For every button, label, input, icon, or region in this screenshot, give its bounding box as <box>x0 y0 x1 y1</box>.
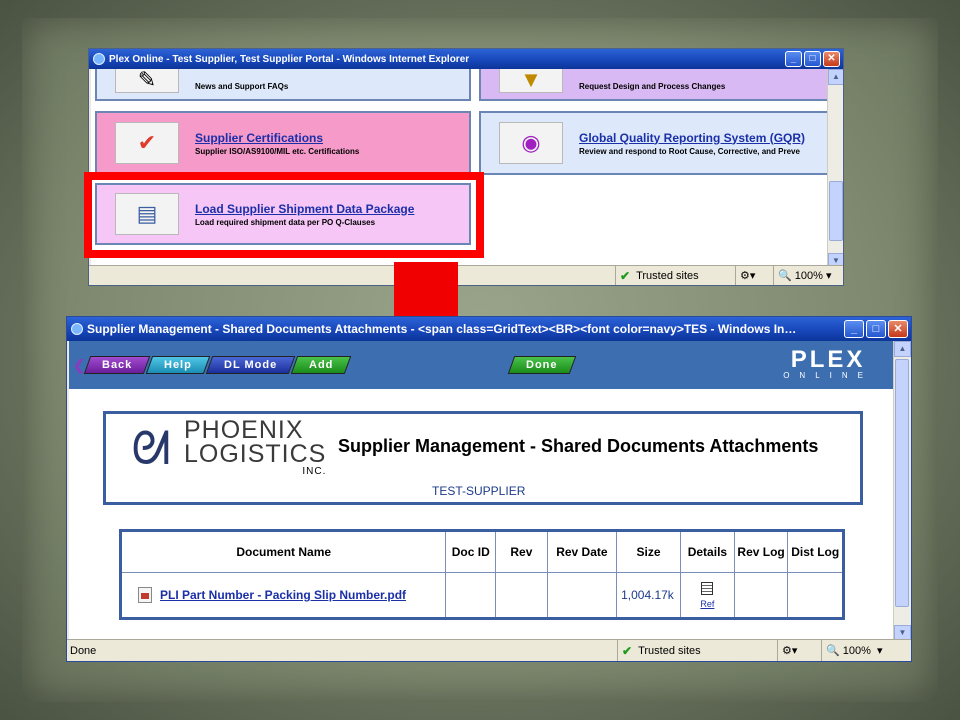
documents-table: Document Name Doc ID Rev Rev Date Size D… <box>119 529 845 620</box>
pdf-icon <box>138 587 152 603</box>
highlight-box <box>84 172 484 258</box>
table-row: PLI Part Number - Packing Slip Number.pd… <box>119 572 844 619</box>
document-icon: ✎ <box>115 69 179 93</box>
tile-design-changes[interactable]: ▼ Request Design and Process Changes <box>479 69 827 101</box>
check-icon: ✔ <box>622 643 633 658</box>
ie-icon <box>71 323 83 335</box>
status-text: Done <box>70 644 97 657</box>
plex-logo-subtext: ONLINE <box>783 371 873 380</box>
back-arrow-icon: ❮ <box>73 356 85 373</box>
tile-title[interactable]: Global Quality Reporting System (GQR) <box>579 131 805 145</box>
maximize-button[interactable]: □ <box>866 320 886 338</box>
company-name-line2: LOGISTICS <box>184 440 327 468</box>
browser-window-documents: Supplier Management - Shared Documents A… <box>66 316 912 662</box>
protected-mode-icon[interactable]: ⚙▾ <box>735 266 773 285</box>
scroll-thumb[interactable] <box>829 181 843 241</box>
vertical-scrollbar[interactable]: ▲ ▼ <box>827 69 843 269</box>
dist-log-cell <box>787 572 844 619</box>
zoom-label: 100% <box>794 269 823 282</box>
col-rev[interactable]: Rev <box>495 530 548 573</box>
done-button[interactable]: Done <box>507 356 576 374</box>
tile-supplier-certifications[interactable]: ✔ Supplier Certifications Supplier ISO/A… <box>95 111 471 175</box>
zoom-control[interactable]: 🔍 100% ▾ <box>821 640 911 661</box>
details-icon[interactable] <box>701 581 714 595</box>
col-document-name[interactable]: Document Name <box>119 530 447 573</box>
protected-mode-icon[interactable]: ⚙▾ <box>777 640 821 661</box>
rev-cell <box>495 572 548 619</box>
ie-icon <box>93 53 105 65</box>
rev-date-cell <box>546 572 618 619</box>
supplier-name: TEST-SUPPLIER <box>432 484 526 498</box>
dl-mode-button[interactable]: DL Mode <box>205 356 296 374</box>
help-button[interactable]: Help <box>145 356 211 374</box>
col-rev-log[interactable]: Rev Log <box>733 530 789 573</box>
tile-subtitle: News and Support FAQs <box>195 81 289 91</box>
pin-icon: ▼ <box>499 69 563 93</box>
maximize-button[interactable]: □ <box>804 51 821 67</box>
back-label: Back <box>101 359 133 371</box>
minimize-button[interactable]: _ <box>844 320 864 338</box>
zone-label: Trusted sites <box>638 644 701 657</box>
document-name-cell: PLI Part Number - Packing Slip Number.pd… <box>119 572 447 619</box>
globe-icon: ◉ <box>499 122 563 164</box>
scroll-thumb[interactable] <box>895 359 909 607</box>
company-name-line1: PHOENIX <box>184 416 304 444</box>
window-title: Plex Online - Test Supplier, Test Suppli… <box>109 53 470 65</box>
col-doc-id[interactable]: Doc ID <box>445 530 497 573</box>
page-title: Supplier Management - Shared Documents A… <box>338 436 819 456</box>
table-header-row: Document Name Doc ID Rev Rev Date Size D… <box>119 530 844 573</box>
tile-subtitle: Review and respond to Root Cause, Correc… <box>579 146 800 156</box>
tile-subtitle: Request Design and Process Changes <box>579 81 726 91</box>
company-logo: ᘛ PHOENIX LOGISTICS INC. <box>118 416 327 478</box>
close-button[interactable]: ✕ <box>823 51 840 67</box>
col-size[interactable]: Size <box>616 530 681 573</box>
window-titlebar: Plex Online - Test Supplier, Test Suppli… <box>89 49 843 69</box>
doc-id-cell <box>445 572 497 619</box>
document-link[interactable]: PLI Part Number - Packing Slip Number.pd… <box>122 587 445 603</box>
done-label: Done <box>525 359 558 371</box>
plex-logo: PLEX ONLINE <box>783 346 873 381</box>
document-link-label[interactable]: PLI Part Number - Packing Slip Number.pd… <box>160 588 406 602</box>
security-zone: ✔ Trusted sites <box>617 640 777 661</box>
tile-title[interactable]: Supplier Certifications <box>195 131 359 145</box>
help-label: Help <box>164 359 192 371</box>
ref-link[interactable]: Ref <box>700 599 714 609</box>
col-dist-log[interactable]: Dist Log <box>787 530 844 573</box>
vertical-scrollbar[interactable]: ▲ ▼ <box>893 341 911 641</box>
documents-content: ❮ Back Help DL Mode Add Done PLEX ONLINE… <box>69 341 895 641</box>
certificate-icon: ✔ <box>115 122 179 164</box>
window-title: Supplier Management - Shared Documents A… <box>87 322 797 336</box>
tile-subtitle: Supplier ISO/AS9100/MIL etc. Certificati… <box>195 146 360 156</box>
plex-toolbar: ❮ Back Help DL Mode Add Done PLEX ONLINE <box>69 341 895 389</box>
rev-log-cell <box>733 572 789 619</box>
close-button[interactable]: ✕ <box>888 320 908 338</box>
tile-news-support[interactable]: ✎ News and Support FAQs <box>95 69 471 101</box>
add-label: Add <box>309 359 334 371</box>
size-cell: 1,004.17k <box>616 572 681 619</box>
col-details[interactable]: Details <box>680 530 735 573</box>
zoom-control[interactable]: 🔍 100% ▾ <box>773 266 843 285</box>
zone-label: Trusted sites <box>636 269 699 282</box>
back-button[interactable]: Back <box>83 356 151 374</box>
add-button[interactable]: Add <box>290 356 352 374</box>
status-bar: ✔ Trusted sites ⚙▾ 🔍 100% ▾ <box>89 265 843 285</box>
scroll-up-icon[interactable]: ▲ <box>894 341 911 357</box>
window-titlebar: Supplier Management - Shared Documents A… <box>67 317 911 341</box>
dl-mode-label: DL Mode <box>223 359 278 371</box>
check-icon: ✔ <box>620 268 631 283</box>
status-bar: Done ✔ Trusted sites ⚙▾ 🔍 100% ▾ <box>67 639 911 661</box>
scroll-up-icon[interactable]: ▲ <box>828 69 843 85</box>
tile-gqr[interactable]: ◉ Global Quality Reporting System (GQR) … <box>479 111 827 175</box>
phoenix-emblem-icon: ᘛ <box>131 421 171 474</box>
page-header: ᘛ PHOENIX LOGISTICS INC. Supplier Manage… <box>103 411 863 505</box>
details-cell[interactable]: Ref <box>680 572 735 619</box>
security-zone: ✔ Trusted sites <box>615 266 735 285</box>
zoom-label: 100% <box>842 644 871 657</box>
col-rev-date[interactable]: Rev Date <box>546 530 618 573</box>
plex-logo-text: PLEX <box>790 346 866 373</box>
minimize-button[interactable]: _ <box>785 51 802 67</box>
